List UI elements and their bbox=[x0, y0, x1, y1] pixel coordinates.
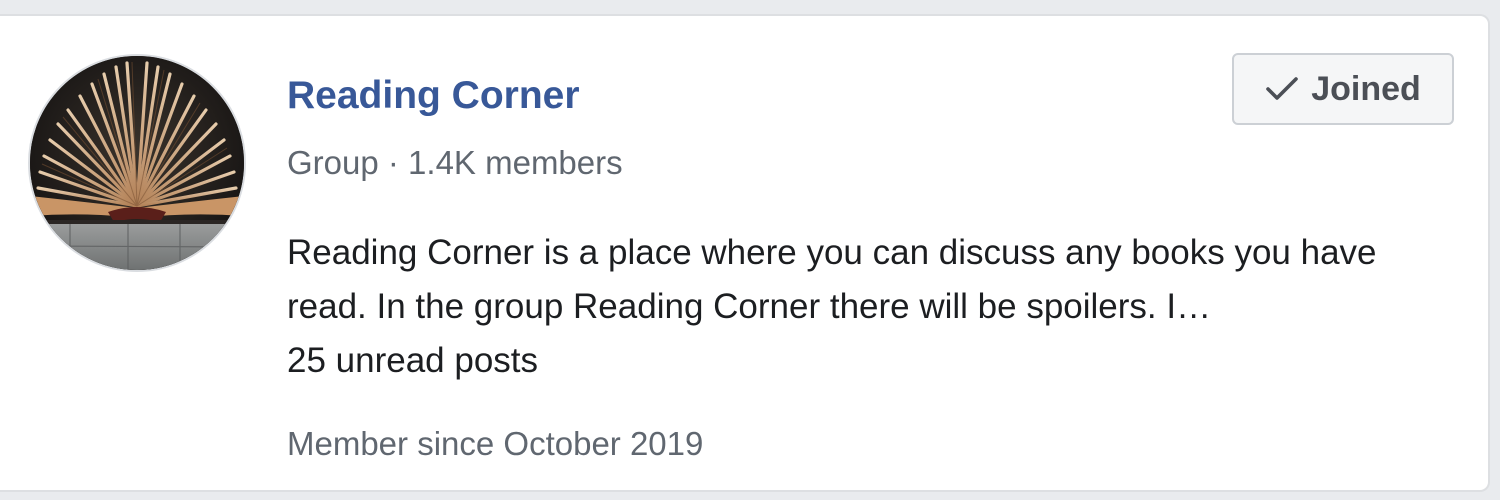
joined-button-label: Joined bbox=[1311, 69, 1421, 108]
check-icon bbox=[1265, 76, 1299, 102]
group-card: Reading Corner Group · 1.4K members Read… bbox=[0, 14, 1490, 492]
unread-posts-count[interactable]: 25 unread posts bbox=[287, 334, 1457, 388]
group-description-block: Reading Corner is a place where you can … bbox=[287, 226, 1457, 388]
member-since: Member since October 2019 bbox=[287, 425, 704, 462]
group-description: Reading Corner is a place where you can … bbox=[287, 233, 1377, 326]
joined-button[interactable]: Joined bbox=[1232, 53, 1454, 125]
open-book-image bbox=[30, 56, 244, 270]
group-name-link[interactable]: Reading Corner bbox=[287, 74, 580, 118]
group-meta: Group · 1.4K members bbox=[287, 144, 623, 181]
group-avatar[interactable] bbox=[28, 54, 246, 272]
